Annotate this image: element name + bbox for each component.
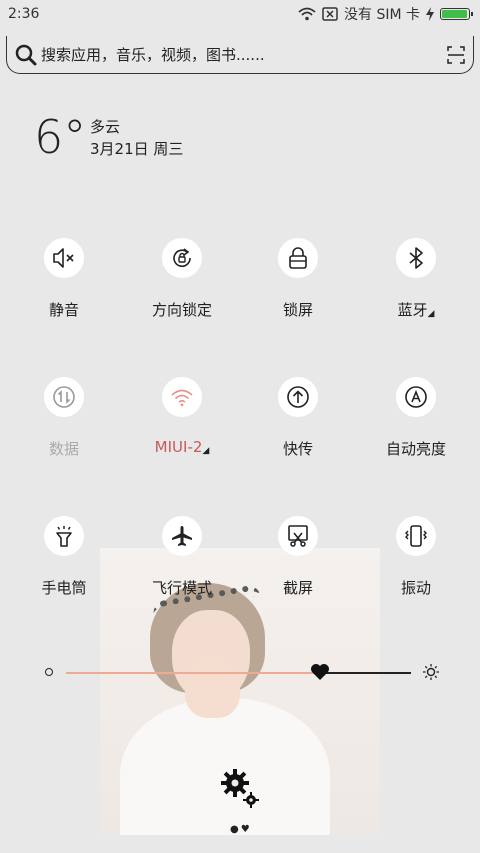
sim-status-text: 没有 SIM 卡 (344, 7, 420, 23)
search-bar[interactable]: 搜索应用，音乐，视频，图书...... (6, 36, 474, 74)
toggle-label: 方向锁定 (151, 301, 212, 319)
status-time: 2:36 (8, 6, 40, 22)
toggle-label: 静音 (48, 301, 79, 319)
weather-date: 3月21日 周三 (90, 140, 184, 158)
toggle-lock-screen[interactable]: 锁屏 (238, 238, 358, 338)
toggle-auto-brightness[interactable]: 自动亮度 (356, 377, 476, 477)
toggle-airplane-mode[interactable]: 飞行模式 (122, 516, 242, 616)
toggle-label-text: MIUI-2 (154, 438, 203, 456)
toggle-screenshot[interactable]: 截屏 (238, 516, 358, 616)
screenshot-icon[interactable] (278, 516, 318, 556)
search-icon[interactable] (15, 44, 37, 66)
page-dot-heart-icon: ♥ (240, 824, 252, 835)
menu-indicator-icon: ◢ (427, 309, 435, 319)
data-icon[interactable] (44, 377, 84, 417)
search-input[interactable]: 搜索应用，音乐，视频，图书...... (41, 44, 447, 65)
toggle-wifi[interactable]: MIUI-2◢ (122, 377, 242, 477)
weather-condition: 多云 (90, 118, 121, 136)
toggle-label: 自动亮度 (385, 440, 446, 458)
lock-icon[interactable] (278, 238, 318, 278)
battery-icon (440, 8, 473, 20)
wifi-icon[interactable] (162, 377, 202, 417)
airplane-icon[interactable] (162, 516, 202, 556)
status-bar: 2:36 没有 SIM 卡 (0, 0, 480, 28)
toggle-label: 振动 (400, 579, 431, 597)
charging-icon (426, 7, 434, 21)
menu-indicator-icon: ◢ (202, 446, 210, 456)
vibrate-icon[interactable] (396, 516, 436, 556)
brightness-thumb-heart-icon[interactable] (310, 663, 330, 681)
toggle-flashlight[interactable]: 手电筒 (4, 516, 124, 616)
flashlight-icon[interactable] (44, 516, 84, 556)
toggle-mobile-data[interactable]: 数据 (4, 377, 124, 477)
rotation-lock-icon[interactable] (162, 238, 202, 278)
scan-icon[interactable] (447, 45, 465, 64)
wifi-signal-icon (298, 7, 316, 21)
toggle-label: 蓝牙◢ (398, 299, 435, 320)
toggle-label: MIUI-2◢ (155, 438, 210, 456)
toggle-label: 锁屏 (282, 301, 313, 319)
page-indicator: ●♥ (230, 824, 252, 835)
toggle-quick-transfer[interactable]: 快传 (238, 377, 358, 477)
brightness-track-empty[interactable] (325, 672, 411, 674)
brightness-track-filled[interactable] (66, 672, 321, 674)
weather-temperature: 6° (34, 110, 87, 164)
no-sim-icon (322, 7, 338, 21)
toggle-rotation-lock[interactable]: 方向锁定 (122, 238, 242, 338)
toggle-label: 数据 (48, 440, 79, 458)
battery-level (442, 10, 467, 18)
brightness-low-icon (45, 668, 53, 676)
toggle-label: 飞行模式 (151, 579, 212, 597)
bluetooth-icon[interactable] (396, 238, 436, 278)
toggle-label: 快传 (282, 440, 313, 458)
toggle-mute[interactable]: 静音 (4, 238, 124, 338)
brightness-high-icon (423, 664, 439, 680)
toggle-label: 手电筒 (41, 579, 87, 597)
transfer-icon[interactable] (278, 377, 318, 417)
settings-gear-icon[interactable] (218, 766, 264, 812)
toggle-vibrate[interactable]: 振动 (356, 516, 476, 616)
page-dot-icon: ● (230, 824, 241, 835)
toggle-bluetooth[interactable]: 蓝牙◢ (356, 238, 476, 338)
auto-brightness-icon[interactable] (396, 377, 436, 417)
status-icons: 没有 SIM 卡 (298, 4, 473, 24)
toggle-label: 截屏 (282, 579, 313, 597)
brightness-slider[interactable] (42, 660, 442, 684)
mute-icon[interactable] (44, 238, 84, 278)
toggle-label-text: 蓝牙 (397, 301, 428, 319)
